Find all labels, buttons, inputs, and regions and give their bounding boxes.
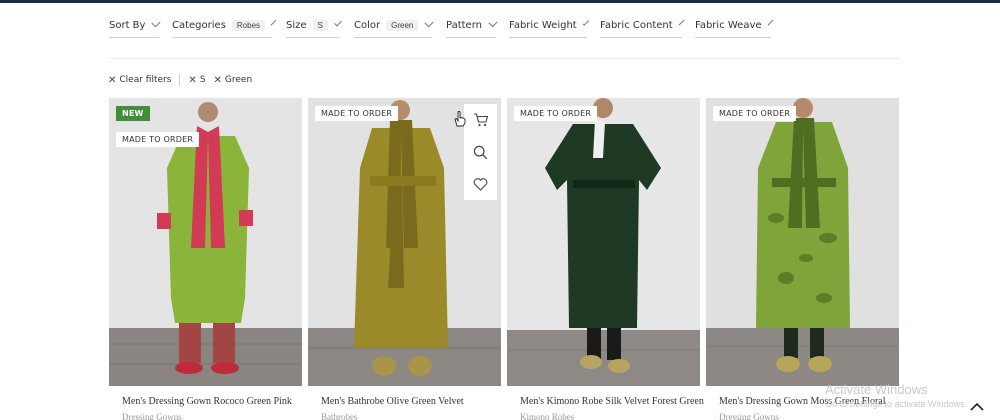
search-icon (473, 145, 488, 159)
filter-label: Fabric Weight (509, 20, 577, 31)
product-image[interactable]: MADE TO ORDER (308, 98, 501, 386)
product-category[interactable]: Bathrobes (308, 412, 501, 420)
clear-filters-label: Clear filters (119, 75, 172, 85)
chevron-down-icon (488, 18, 498, 28)
active-filter-label: S (199, 75, 206, 85)
chevron-down-icon (582, 19, 590, 26)
filter-label: Sort By (109, 20, 146, 31)
quick-actions (464, 104, 497, 200)
product-image[interactable]: MADE TO ORDER (706, 98, 899, 386)
active-filters: ✕ Clear filters ✕ S ✕ Green (108, 73, 252, 87)
product-card[interactable]: NEW MADE TO ORDER Men's Dressing Gown Ro… (109, 98, 302, 420)
quick-view-button[interactable] (464, 136, 497, 168)
remove-filter-green[interactable]: ✕ Green (214, 75, 253, 86)
hand-cursor-icon (454, 111, 466, 127)
product-image[interactable]: NEW MADE TO ORDER (109, 98, 302, 386)
divider (109, 58, 900, 59)
close-icon: ✕ (108, 74, 117, 86)
made-to-order-badge: MADE TO ORDER (315, 106, 399, 121)
wishlist-button[interactable] (464, 168, 497, 200)
filter-chip: Robes (231, 20, 266, 31)
chevron-down-icon (767, 19, 774, 26)
filter-label: Fabric Weave (695, 20, 762, 31)
made-to-order-badge: MADE TO ORDER (713, 106, 797, 121)
filter-categories[interactable]: Categories Robes (172, 14, 277, 38)
scroll-to-top-button[interactable] (968, 400, 986, 414)
product-category[interactable]: Kimono Robes (507, 412, 700, 420)
filter-pattern[interactable]: Pattern (446, 14, 498, 38)
filter-label: Color (354, 20, 381, 31)
divider (179, 74, 181, 86)
remove-filter-size[interactable]: ✕ S (188, 75, 205, 86)
filter-fabric-content[interactable]: Fabric Content (600, 14, 685, 38)
watermark-title: Activate Windows (825, 382, 928, 397)
top-accent-line (0, 0, 1000, 3)
heart-icon (473, 177, 488, 191)
close-icon: ✕ (213, 74, 222, 86)
new-badge: NEW (116, 106, 150, 121)
clear-filters-button[interactable]: ✕ Clear filters (108, 75, 171, 86)
active-filter-label: Green (224, 75, 253, 85)
made-to-order-badge: MADE TO ORDER (514, 106, 598, 121)
cart-icon (473, 113, 488, 127)
chevron-up-icon (970, 402, 984, 411)
filter-fabric-weight[interactable]: Fabric Weight (509, 14, 590, 38)
filter-label: Pattern (446, 20, 482, 31)
add-to-cart-button[interactable] (464, 104, 497, 136)
filter-label: Fabric Content (600, 20, 673, 31)
product-title[interactable]: Men's Kimono Robe Silk Velvet Forest Gre… (507, 396, 704, 407)
filter-chip: S (312, 20, 328, 31)
filter-label: Categories (172, 20, 226, 31)
chevron-down-icon (334, 18, 342, 27)
filter-size[interactable]: Size S (286, 14, 342, 38)
activate-windows-watermark: Activate Windows Go to Settings to activ… (825, 382, 967, 409)
product-title[interactable]: Men's Bathrobe Olive Green Velvet (308, 396, 501, 407)
product-card[interactable]: MADE TO ORDER Men's Bathrobe Olive Green… (308, 98, 501, 420)
product-image[interactable]: MADE TO ORDER (507, 98, 700, 386)
filter-sort-by[interactable]: Sort By (109, 14, 161, 38)
product-card[interactable]: MADE TO ORDER Men's Kimono Robe Silk Vel… (507, 98, 704, 420)
filter-color[interactable]: Color Green (354, 14, 434, 38)
product-card[interactable]: MADE TO ORDER Men's Dressing Gown Moss G… (706, 98, 899, 420)
chevron-down-icon (151, 18, 161, 28)
chevron-down-icon (424, 18, 434, 28)
chevron-down-icon (270, 19, 277, 26)
filter-chip: Green (386, 20, 419, 31)
close-icon: ✕ (188, 74, 197, 86)
made-to-order-badge: MADE TO ORDER (116, 132, 200, 147)
chevron-down-icon (678, 19, 685, 26)
filter-label: Size (286, 20, 307, 31)
product-category[interactable]: Dressing Gowns (706, 412, 899, 420)
watermark-subtitle: Go to Settings to activate Windows. (825, 399, 968, 409)
filter-fabric-weave[interactable]: Fabric Weave (695, 14, 774, 38)
product-title[interactable]: Men's Dressing Gown Rococo Green Pink (109, 396, 302, 407)
product-category[interactable]: Dressing Gowns (109, 412, 302, 420)
